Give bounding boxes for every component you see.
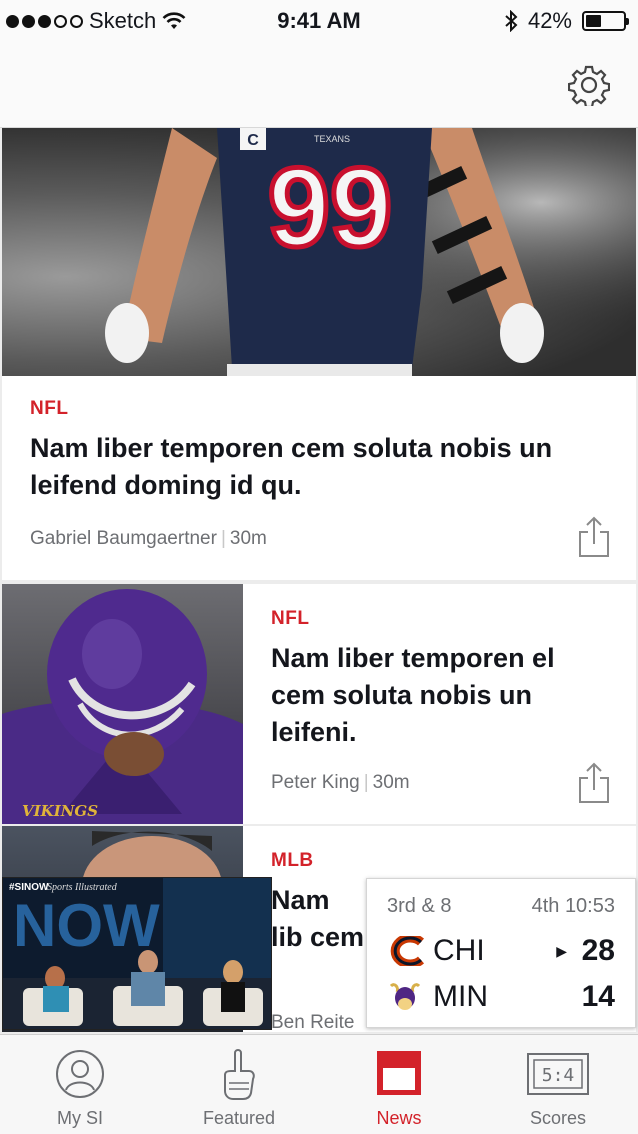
tab-label: My SI: [56, 1108, 103, 1128]
live-score-widget[interactable]: 3rd & 8 4th 10:53 CHI ▶ 28 MIN 14: [366, 878, 636, 1028]
article-hero-image: TEXANS C 99: [2, 128, 636, 376]
article-headline[interactable]: Nam liber temporen el cem soluta nobis u…: [271, 640, 601, 751]
status-right: 42%: [504, 8, 629, 34]
battery-icon: [582, 11, 629, 31]
video-player-overlay[interactable]: #SINOW Sports Illustrated NOW: [2, 877, 272, 1030]
article-byline: Ben Reite: [271, 1012, 354, 1034]
article-thumbnail: VIKINGS: [2, 584, 243, 824]
article-age: 30m: [372, 772, 410, 793]
scoreboard-icon-text: 5:4: [542, 1065, 575, 1086]
team-row-home: CHI ▶ 28: [385, 931, 615, 971]
article-byline: Gabriel Baumgaertner | 30m: [30, 528, 267, 549]
article-byline: Peter King | 30m: [271, 772, 410, 793]
article-headline[interactable]: Nam lib cem so: [271, 882, 367, 958]
team-abbr: MIN: [433, 980, 488, 1013]
team-score: 28: [581, 934, 615, 967]
game-down-distance: 3rd & 8: [387, 895, 452, 917]
svg-text:C: C: [247, 132, 259, 149]
video-title: NOW: [13, 892, 160, 959]
article-category: NFL: [30, 398, 69, 419]
share-icon[interactable]: [577, 762, 611, 804]
share-icon[interactable]: [577, 516, 611, 558]
article-author: Gabriel Baumgaertner: [30, 528, 217, 549]
article-category: NFL: [271, 608, 310, 629]
foam-finger-icon: [224, 1049, 255, 1100]
tab-label: News: [376, 1108, 422, 1128]
svg-text:99: 99: [268, 145, 393, 270]
article-author: Ben Reite: [271, 1012, 355, 1033]
article-category: MLB: [271, 850, 314, 871]
tab-my-si[interactable]: My SI: [0, 1035, 160, 1134]
settings-gear-icon[interactable]: [568, 64, 610, 106]
possession-indicator-icon: ▶: [556, 942, 567, 959]
svg-text:TEXANS: TEXANS: [314, 134, 350, 144]
article-card[interactable]: VIKINGS NFL Nam liber temporen el cem so…: [2, 584, 636, 824]
scoreboard-icon: 5:4: [527, 1053, 589, 1095]
battery-percent: 42%: [527, 8, 572, 33]
bears-logo-icon: [390, 936, 425, 966]
article-headline[interactable]: Nam liber temporen cem soluta nobis un l…: [30, 430, 590, 504]
svg-text:VIKINGS: VIKINGS: [22, 802, 98, 820]
tab-news[interactable]: News: [319, 1035, 479, 1134]
team-abbr: CHI: [433, 934, 485, 967]
article-card-featured[interactable]: TEXANS C 99 NFL Nam liber temporen cem s…: [2, 128, 636, 580]
tab-label: Scores: [529, 1108, 587, 1128]
tab-label: Featured: [202, 1108, 276, 1128]
game-clock: 4th 10:53: [531, 895, 615, 917]
bluetooth-icon: [505, 10, 518, 32]
team-score: 14: [581, 980, 615, 1013]
app-header: [0, 40, 638, 128]
vikings-logo-icon: [389, 983, 421, 1010]
bottom-tab-bar: My SI Featured News 5:4 Scores: [0, 1034, 638, 1134]
status-bar: Sketch 9:41 AM 42%: [0, 0, 638, 40]
team-row-away: MIN 14: [385, 977, 615, 1017]
tab-scores[interactable]: 5:4 Scores: [478, 1035, 638, 1134]
article-age: 30m: [229, 528, 267, 549]
article-author: Peter King: [271, 772, 360, 793]
tab-featured[interactable]: Featured: [159, 1035, 319, 1134]
user-icon: [56, 1050, 104, 1098]
news-icon: [377, 1051, 421, 1095]
